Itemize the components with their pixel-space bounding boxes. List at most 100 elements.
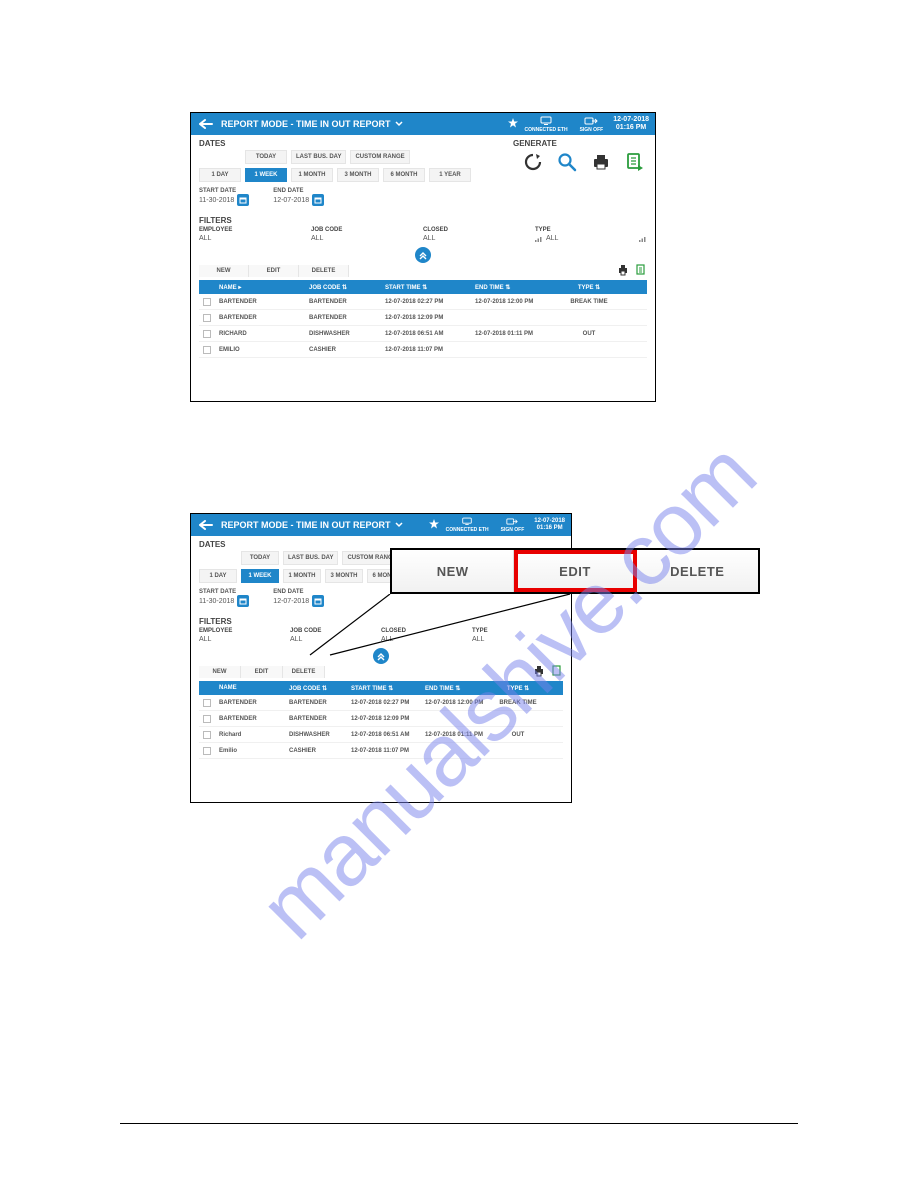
table-row[interactable]: EMILIOCASHIER12-07-2018 11:07 PM — [199, 342, 647, 358]
calendar-icon[interactable] — [237, 194, 249, 206]
tab-1day[interactable]: 1 DAY — [199, 569, 237, 583]
callout-edit-button[interactable]: EDIT — [514, 550, 636, 592]
filter-employee-value[interactable]: ALL — [199, 233, 311, 242]
signoff-button[interactable]: SIGN OFF — [501, 517, 525, 533]
cell-start: 12-07-2018 06:51 AM — [381, 331, 471, 337]
calendar-icon[interactable] — [312, 194, 324, 206]
print-icon[interactable] — [617, 264, 629, 278]
row-checkbox[interactable] — [203, 731, 211, 739]
cell-start: 12-07-2018 11:07 PM — [347, 748, 421, 754]
signoff-icon — [584, 116, 598, 126]
cell-name: EMILIO — [215, 347, 305, 353]
col-name[interactable]: NAME — [215, 685, 285, 691]
table-row[interactable]: BARTENDERBARTENDER12-07-2018 02:27 PM12-… — [199, 294, 647, 310]
monitor-icon — [539, 116, 553, 126]
tab-1week[interactable]: 1 WEEK — [241, 569, 279, 583]
star-icon[interactable] — [428, 518, 440, 532]
tab-6month[interactable]: 6 MONTH — [383, 168, 425, 182]
cell-start: 12-07-2018 11:07 PM — [381, 347, 471, 353]
generate-label: GENERATE — [513, 139, 647, 148]
table-header: NAME ▸ JOB CODE ⇅ START TIME ⇅ END TIME … — [199, 280, 647, 294]
start-date-value[interactable]: 11-30-2018 — [199, 197, 234, 204]
tab-1month[interactable]: 1 MONTH — [291, 168, 333, 182]
tab-3month[interactable]: 3 MONTH — [325, 569, 363, 583]
filter-jobcode-value[interactable]: ALL — [311, 233, 423, 242]
tab-3month[interactable]: 3 MONTH — [337, 168, 379, 182]
col-start[interactable]: START TIME ⇅ — [381, 284, 471, 291]
print-icon[interactable] — [591, 152, 611, 174]
cell-name: BARTENDER — [215, 700, 285, 706]
row-checkbox[interactable] — [203, 747, 211, 755]
signal-icon — [639, 236, 647, 242]
tab-1year[interactable]: 1 YEAR — [429, 168, 471, 182]
table-row[interactable]: RichardDISHWASHER12-07-2018 06:51 AM12-0… — [199, 727, 563, 743]
row-checkbox[interactable] — [203, 346, 211, 354]
delete-button[interactable]: DELETE — [299, 265, 349, 277]
chevron-down-icon[interactable] — [395, 521, 403, 530]
cell-start: 12-07-2018 02:27 PM — [347, 700, 421, 706]
cell-job: BARTENDER — [285, 700, 347, 706]
col-job[interactable]: JOB CODE ⇅ — [305, 284, 381, 291]
delete-button[interactable]: DELETE — [283, 666, 325, 678]
signoff-icon — [506, 517, 518, 526]
table-row[interactable]: EmilioCASHIER12-07-2018 11:07 PM — [199, 743, 563, 759]
edit-button[interactable]: EDIT — [241, 666, 283, 678]
print-icon[interactable] — [533, 665, 545, 679]
cell-end: 12-07-2018 12:00 PM — [471, 299, 559, 305]
export-icon[interactable] — [635, 264, 647, 278]
tab-lastbus[interactable]: LAST BUS. DAY — [291, 150, 346, 164]
table-row[interactable]: BARTENDERBARTENDER12-07-2018 02:27 PM12-… — [199, 695, 563, 711]
cell-type: OUT — [559, 331, 619, 337]
tab-today[interactable]: TODAY — [241, 551, 279, 565]
export-icon[interactable] — [625, 152, 645, 174]
connection-status: CONNECTED ETH — [446, 517, 489, 533]
tab-lastbus[interactable]: LAST BUS. DAY — [283, 551, 338, 565]
edit-button[interactable]: EDIT — [249, 265, 299, 277]
col-end[interactable]: END TIME ⇅ — [471, 284, 559, 291]
monitor-icon — [461, 517, 473, 526]
col-start[interactable]: START TIME ⇅ — [347, 685, 421, 692]
cell-job: CASHIER — [285, 748, 347, 754]
cell-job: BARTENDER — [285, 716, 347, 722]
tab-today[interactable]: TODAY — [245, 150, 287, 164]
datetime-display: 12-07-2018 01:16 PM — [613, 116, 649, 131]
signoff-button[interactable]: SIGN OFF — [580, 116, 604, 133]
col-end[interactable]: END TIME ⇅ — [421, 685, 493, 692]
tab-custom[interactable]: CUSTOM RANGE — [350, 150, 409, 164]
star-icon[interactable] — [507, 117, 519, 131]
search-icon[interactable] — [557, 152, 577, 174]
row-checkbox[interactable] — [203, 314, 211, 322]
page-title: REPORT MODE - TIME IN OUT REPORT — [215, 520, 391, 530]
tab-1week[interactable]: 1 WEEK — [245, 168, 287, 182]
filter-closed-value[interactable]: ALL — [423, 233, 535, 242]
callout-new-button[interactable]: NEW — [392, 550, 514, 592]
col-job[interactable]: JOB CODE ⇅ — [285, 685, 347, 692]
cell-name: BARTENDER — [215, 315, 305, 321]
col-name[interactable]: NAME ▸ — [215, 284, 305, 291]
back-arrow-icon[interactable] — [197, 520, 215, 530]
cell-start: 12-07-2018 06:51 AM — [347, 732, 421, 738]
collapse-toggle[interactable] — [191, 248, 655, 262]
new-button[interactable]: NEW — [199, 265, 249, 277]
tab-1day[interactable]: 1 DAY — [199, 168, 241, 182]
refresh-icon[interactable] — [523, 152, 543, 174]
row-checkbox[interactable] — [203, 330, 211, 338]
table-row[interactable]: BARTENDERBARTENDER12-07-2018 12:09 PM — [199, 711, 563, 727]
table-row[interactable]: BARTENDERBARTENDER12-07-2018 12:09 PM — [199, 310, 647, 326]
end-date-value[interactable]: 12-07-2018 — [273, 197, 309, 204]
table-row[interactable]: RICHARDDISHWASHER12-07-2018 06:51 AM12-0… — [199, 326, 647, 342]
cell-start: 12-07-2018 12:09 PM — [347, 716, 421, 722]
row-checkbox[interactable] — [203, 699, 211, 707]
tab-1month[interactable]: 1 MONTH — [283, 569, 321, 583]
chevron-down-icon[interactable] — [395, 120, 403, 129]
filter-type-value[interactable]: ALL — [535, 233, 647, 242]
back-arrow-icon[interactable] — [197, 119, 215, 129]
cell-job: CASHIER — [305, 347, 381, 353]
col-type[interactable]: TYPE ⇅ — [493, 685, 543, 692]
col-type[interactable]: TYPE ⇅ — [559, 284, 619, 291]
row-checkbox[interactable] — [203, 715, 211, 723]
export-icon[interactable] — [551, 665, 563, 679]
callout-delete-button[interactable]: DELETE — [637, 550, 758, 592]
row-checkbox[interactable] — [203, 298, 211, 306]
new-button[interactable]: NEW — [199, 666, 241, 678]
